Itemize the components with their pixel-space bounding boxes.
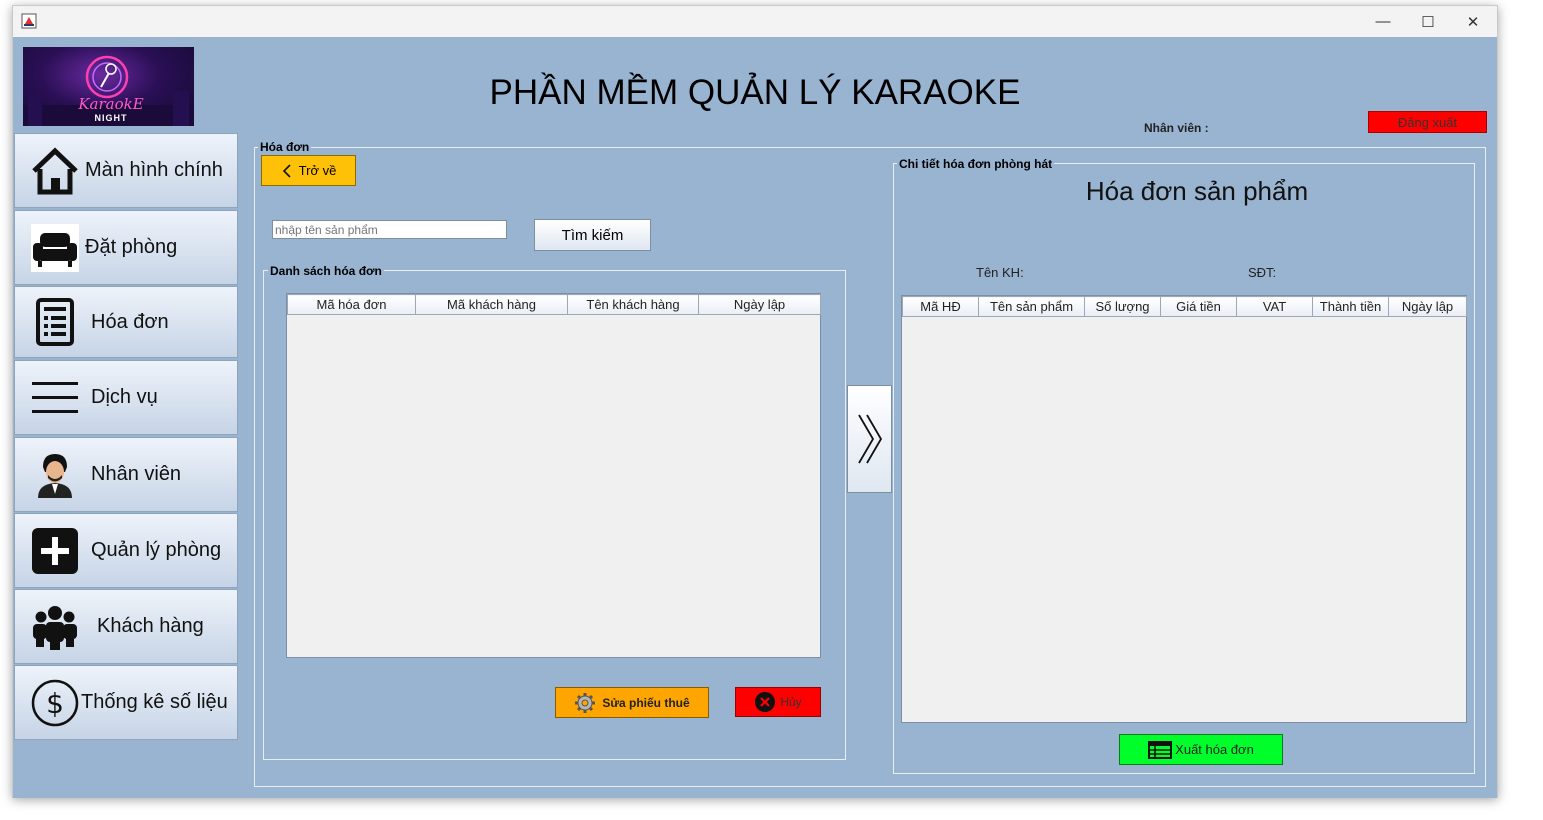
java-app-icon [21,13,37,29]
sidebar-item-home[interactable]: Màn hình chính [14,133,238,208]
sidebar-item-label: Khách hàng [97,615,204,637]
title-bar: — ☐ ✕ [13,6,1497,37]
column-header-price[interactable]: Giá tiền [1160,296,1237,317]
invoice-table-header: Mã hóa đơn Mã khách hàng Tên khách hàng … [287,294,821,315]
export-invoice-label: Xuất hóa đơn [1175,742,1254,757]
invoice-group-legend: Hóa đơn [258,140,312,154]
sidebar-item-label: Thống kê số liệu [81,691,228,713]
group-icon [29,601,81,653]
sidebar-item-label: Nhân viên [91,463,182,485]
invoice-table[interactable]: Mã hóa đơn Mã khách hàng Tên khách hàng … [286,293,821,658]
detail-heading: Hóa đơn sản phẩm [1085,176,1309,206]
column-header-product-name[interactable]: Tên sản phẩm [978,296,1085,317]
column-header-vat[interactable]: VAT [1236,296,1313,317]
logo-text-night: NIGHT [94,113,128,123]
sidebar-item-services[interactable]: Dịch vụ [14,360,238,435]
invoice-detail-table[interactable]: Mã HĐ Tên sản phẩm Số lượng Giá tiền VAT… [901,295,1467,723]
cancel-label: Hủy [780,695,802,709]
gear-icon [575,692,596,713]
plus-square-icon [29,525,81,577]
invoice-detail-legend: Chi tiết hóa đơn phòng hát [897,157,1055,171]
sidebar-item-label: Hóa đơn [91,310,169,333]
maximize-button[interactable]: ☐ [1406,6,1450,37]
back-button[interactable]: Trở về [261,155,356,186]
invoice-list-legend: Danh sách hóa đơn [268,264,384,278]
logout-button[interactable]: Đăng xuất [1368,111,1487,133]
sidebar-item-label: Quản lý phòng [91,539,222,561]
edit-rental-label: Sửa phiếu thuê [602,695,690,710]
transfer-arrow-button[interactable] [847,385,892,493]
search-button[interactable]: Tìm kiếm [534,219,651,251]
dollar-circle-icon: $ [29,677,81,729]
close-circle-icon [755,692,776,712]
column-header-customer-id[interactable]: Mã khách hàng [415,294,568,315]
invoice-detail-table-header: Mã HĐ Tên sản phẩm Số lượng Giá tiền VAT… [902,296,1467,317]
receipt-table-icon [1148,740,1173,759]
sidebar-item-invoice[interactable]: Hóa đơn [14,286,238,358]
chevron-left-icon [282,163,291,178]
back-button-label: Trở về [298,163,337,178]
cancel-button[interactable]: Hủy [735,687,821,717]
edit-rental-button[interactable]: Sửa phiếu thuê [555,687,709,718]
employee-icon [29,449,81,501]
customer-name-label: Tên KH: [976,265,1024,280]
menu-lines-icon [29,372,81,424]
column-header-invoice-id[interactable]: Mã hóa đơn [287,294,416,315]
home-icon [29,145,81,197]
svg-text:$: $ [46,687,64,720]
invoice-icon [29,296,81,348]
column-header-total[interactable]: Thành tiền [1312,296,1389,317]
phone-label: SĐT: [1248,265,1277,280]
product-search-input[interactable] [272,220,507,239]
app-title: PHẦN MỀM QUẢN LÝ KARAOKE [489,73,1021,112]
double-chevron-right-icon [857,414,882,464]
employee-label: Nhân viên : [1144,121,1209,135]
column-header-created-date[interactable]: Ngày lập [1388,296,1467,317]
column-header-quantity[interactable]: Số lượng [1084,296,1161,317]
main-content: KaraokE NIGHT PHẦN MỀM QUẢN LÝ KARAOKE N… [13,37,1497,798]
sidebar-item-employees[interactable]: Nhân viên [14,437,238,512]
sidebar-item-label: Dịch vụ [91,386,158,408]
sidebar: Màn hình chính Đặt phòng Hóa đơn Dịch vụ [13,133,239,741]
sidebar-item-room-management[interactable]: Quản lý phòng [14,513,238,588]
column-header-date[interactable]: Ngày lập [698,294,821,315]
sofa-icon [29,222,81,274]
sidebar-item-label: Màn hình chính [85,159,223,181]
sidebar-item-customers[interactable]: Khách hàng [14,589,238,664]
sidebar-item-label: Đặt phòng [85,236,178,258]
sidebar-item-statistics[interactable]: $ Thống kê số liệu [14,665,238,740]
column-header-customer-name[interactable]: Tên khách hàng [567,294,699,315]
app-window: — ☐ ✕ KaraokE NIGHT PHẦN MỀM QUẢN LÝ KAR… [12,5,1498,798]
close-button[interactable]: ✕ [1451,6,1495,37]
column-header-invoice-code[interactable]: Mã HĐ [902,296,979,317]
export-invoice-button[interactable]: Xuất hóa đơn [1119,734,1283,765]
sidebar-item-booking[interactable]: Đặt phòng [14,210,238,285]
minimize-button[interactable]: — [1361,6,1405,37]
